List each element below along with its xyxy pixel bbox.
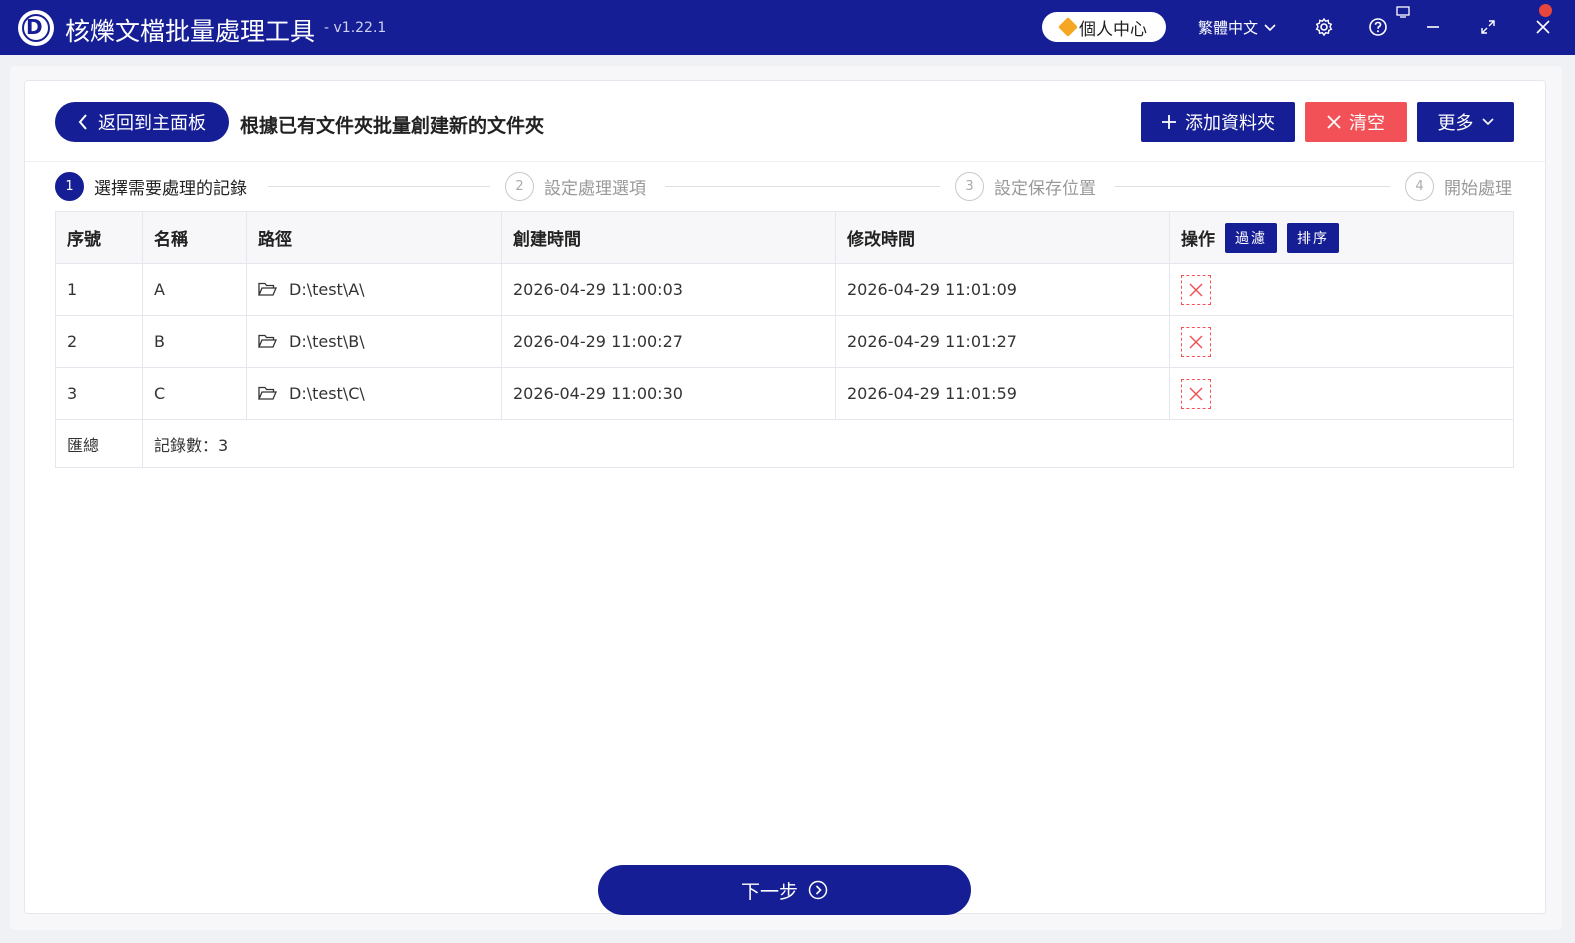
step-connector [1115, 186, 1390, 187]
app-title: 核爍文檔批量處理工具 [65, 17, 316, 46]
x-icon [1189, 386, 1203, 401]
back-label: 返回到主面板 [98, 113, 206, 134]
step-connector [665, 186, 940, 187]
column-header-modified: 修改時間 [836, 212, 1170, 263]
step-connector [268, 186, 490, 187]
step-label: 選擇需要處理的記錄 [94, 179, 247, 199]
path-text: D:\test\C\ [289, 384, 365, 403]
cell-index: 3 [56, 368, 143, 419]
column-header-created: 創建時間 [502, 212, 836, 263]
step-label: 設定保存位置 [994, 179, 1096, 199]
step-number: 1 [55, 172, 84, 201]
user-center-button[interactable]: 個人中心 [1042, 12, 1166, 42]
back-to-dashboard-button[interactable]: 返回到主面板 [55, 102, 229, 142]
path-text: D:\test\B\ [289, 332, 365, 351]
table-header: 序號 名稱 路徑 創建時間 修改時間 操作 過濾 排序 [56, 212, 1513, 264]
clear-button[interactable]: 清空 [1305, 102, 1407, 142]
cell-path: D:\test\A\ [247, 264, 502, 315]
cell-name: B [143, 316, 247, 367]
column-header-name: 名稱 [143, 212, 247, 263]
x-icon [1189, 334, 1203, 349]
cell-index: 2 [56, 316, 143, 367]
cell-name: A [143, 264, 247, 315]
app-logo-icon: D [18, 10, 54, 46]
column-header-index: 序號 [56, 212, 143, 263]
sort-button[interactable]: 排序 [1287, 222, 1339, 253]
cell-index: 1 [56, 264, 143, 315]
x-icon [1327, 115, 1341, 129]
cell-modified: 2026-04-29 11:01:27 [836, 316, 1170, 367]
more-button[interactable]: 更多 [1417, 102, 1514, 142]
cell-path: D:\test\C\ [247, 368, 502, 419]
step-number: 4 [1405, 172, 1434, 201]
step-1: 1 選擇需要處理的記錄 [55, 172, 247, 201]
diamond-icon [1058, 17, 1078, 37]
step-label: 設定處理選項 [544, 179, 646, 199]
help-icon[interactable] [1365, 14, 1391, 40]
folder-open-icon [258, 386, 277, 400]
chevron-down-icon [1481, 118, 1494, 126]
folder-open-icon [258, 282, 277, 296]
step-4: 4 開始處理 [1405, 172, 1512, 201]
screen-icon[interactable] [1394, 3, 1412, 21]
table-row: 3 C D:\test\C\ 2026-04-29 11:00:30 2026-… [56, 368, 1513, 420]
path-text: D:\test\A\ [289, 280, 365, 299]
records-table: 序號 名稱 路徑 創建時間 修改時間 操作 過濾 排序 1 A D:\test\… [55, 211, 1514, 468]
plus-icon [1162, 115, 1176, 129]
delete-row-button[interactable] [1181, 326, 1211, 357]
add-folder-button[interactable]: 添加資料夾 [1141, 102, 1295, 142]
x-icon [1189, 282, 1203, 297]
page-title: 根據已有文件夾批量創建新的文件夾 [240, 115, 545, 137]
folder-open-icon [258, 334, 277, 348]
gear-icon[interactable] [1311, 14, 1337, 40]
cell-created: 2026-04-29 11:00:30 [502, 368, 836, 419]
notification-dot [1539, 4, 1552, 17]
language-select[interactable]: 繁體中文 [1198, 17, 1276, 38]
cell-created: 2026-04-29 11:00:03 [502, 264, 836, 315]
main-panel [24, 80, 1546, 914]
cell-modified: 2026-04-29 11:01:09 [836, 264, 1170, 315]
cell-name: C [143, 368, 247, 419]
next-step-button[interactable]: 下一步 [598, 865, 971, 915]
summary-value: 記錄數：3 [154, 435, 229, 455]
chevron-down-icon [1264, 23, 1276, 31]
table-summary-row: 匯總 記錄數：3 [56, 420, 1513, 467]
cell-actions [1170, 316, 1515, 367]
delete-row-button[interactable] [1181, 274, 1211, 305]
clear-label: 清空 [1349, 113, 1385, 134]
maximize-icon[interactable] [1475, 14, 1501, 40]
delete-row-button[interactable] [1181, 378, 1211, 409]
column-header-path: 路徑 [247, 212, 502, 263]
filter-button[interactable]: 過濾 [1225, 222, 1277, 253]
table-row: 1 A D:\test\A\ 2026-04-29 11:00:03 2026-… [56, 264, 1513, 316]
language-label: 繁體中文 [1198, 19, 1259, 37]
cell-created: 2026-04-29 11:00:27 [502, 316, 836, 367]
summary-label: 匯總 [56, 420, 143, 467]
step-number: 2 [505, 172, 534, 201]
minimize-icon[interactable] [1420, 14, 1446, 40]
title-bar: D 核爍文檔批量處理工具 - v1.22.1 個人中心 繁體中文 [0, 0, 1575, 55]
cell-modified: 2026-04-29 11:01:59 [836, 368, 1170, 419]
column-header-actions: 操作 過濾 排序 [1170, 212, 1515, 263]
close-icon[interactable] [1530, 14, 1556, 40]
cell-path: D:\test\B\ [247, 316, 502, 367]
cell-actions [1170, 264, 1515, 315]
step-3: 3 設定保存位置 [955, 172, 1096, 201]
table-row: 2 B D:\test\B\ 2026-04-29 11:00:27 2026-… [56, 316, 1513, 368]
add-folder-label: 添加資料夾 [1185, 113, 1275, 134]
header-divider [25, 161, 1545, 162]
step-2: 2 設定處理選項 [505, 172, 646, 201]
user-center-label: 個人中心 [1079, 19, 1147, 40]
step-label: 開始處理 [1444, 179, 1512, 199]
next-label: 下一步 [740, 880, 798, 903]
cell-actions [1170, 368, 1515, 419]
app-version: - v1.22.1 [324, 20, 387, 36]
chevron-left-icon [78, 114, 87, 130]
step-number: 3 [955, 172, 984, 201]
actions-label: 操作 [1181, 230, 1215, 250]
more-label: 更多 [1437, 113, 1474, 134]
chevron-right-circle-icon [808, 880, 828, 900]
